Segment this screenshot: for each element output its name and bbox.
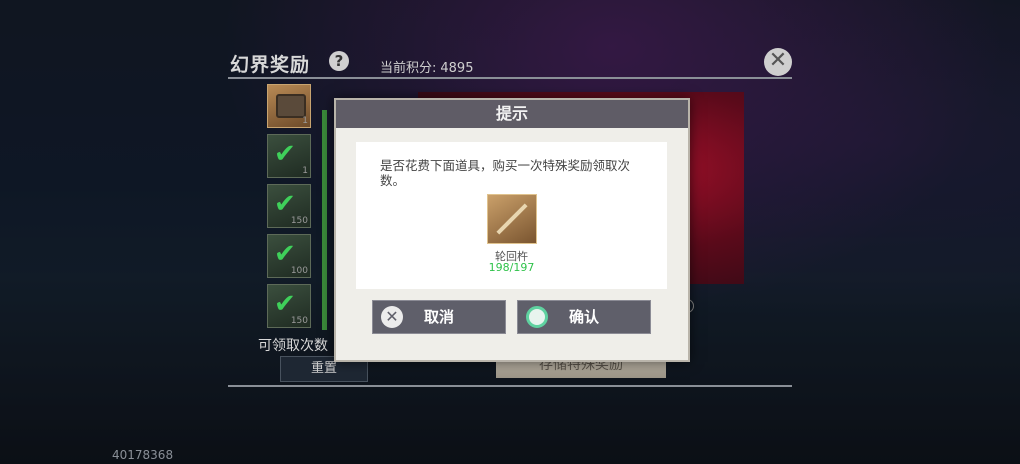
chest-icon <box>276 94 306 118</box>
claim-count-label: 可领取次数 <box>258 338 328 354</box>
dialog-body: 是否花费下面道具，购买一次特殊奖励领取次数。 轮回杵 198/197 <box>356 142 667 289</box>
score-value: 4895 <box>440 61 474 76</box>
check-icon: ✔ <box>274 289 296 319</box>
reward-slot-chest[interactable]: 1 <box>267 84 311 128</box>
slot-count: 1 <box>302 166 308 176</box>
check-icon: ✔ <box>274 239 296 269</box>
confirm-button[interactable]: 确认 <box>517 300 651 334</box>
reward-slot[interactable]: ✔ 150 <box>267 184 311 228</box>
divider-top <box>228 77 792 79</box>
user-id: 40178368 <box>112 448 174 462</box>
cancel-label: 取消 <box>423 308 454 326</box>
dialog-message: 是否花费下面道具，购买一次特殊奖励领取次数。 <box>380 158 631 188</box>
close-button[interactable]: ✕ <box>764 48 792 76</box>
confirm-dialog: 提示 是否花费下面道具，购买一次特殊奖励领取次数。 轮回杵 198/197 ✕ … <box>334 98 690 362</box>
score-label: 当前积分: <box>380 61 437 76</box>
slot-count: 150 <box>290 316 308 326</box>
reward-slot[interactable]: ✔ 100 <box>267 234 311 278</box>
slot-count: 1 <box>302 116 308 126</box>
help-icon[interactable]: ? <box>329 51 349 71</box>
check-icon: ✔ <box>274 139 296 169</box>
progress-bar <box>322 110 327 330</box>
reward-slot[interactable]: ✔ 150 <box>267 284 311 328</box>
score-display: 当前积分: 4895 <box>380 57 473 76</box>
item-icon <box>487 194 537 244</box>
divider-bottom <box>228 385 792 387</box>
reward-slot[interactable]: ✔ 1 <box>267 134 311 178</box>
cancel-button[interactable]: ✕ 取消 <box>372 300 506 334</box>
dialog-title: 提示 <box>495 104 528 123</box>
slot-count: 150 <box>290 216 308 226</box>
panel-title: 幻界奖励 <box>230 54 311 76</box>
item-count: 198/197 <box>488 261 535 274</box>
check-icon: ✔ <box>274 189 296 219</box>
slot-count: 100 <box>290 266 308 276</box>
confirm-label: 确认 <box>568 308 599 326</box>
